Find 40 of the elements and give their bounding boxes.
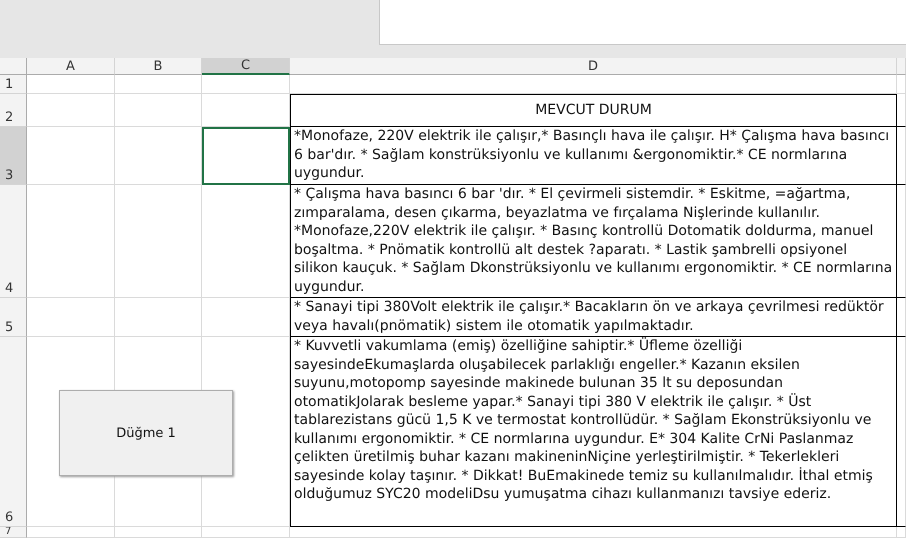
grid-cell[interactable] bbox=[202, 75, 290, 94]
form-button[interactable]: Düğme 1 bbox=[59, 390, 233, 476]
row-header[interactable]: 2 bbox=[0, 94, 27, 127]
select-all-corner[interactable] bbox=[0, 58, 27, 75]
grid-cell[interactable] bbox=[897, 527, 906, 538]
bordered-cell[interactable] bbox=[897, 94, 906, 127]
row-header[interactable]: 4 bbox=[0, 185, 27, 298]
grid-cell[interactable] bbox=[897, 75, 906, 94]
grid-cell[interactable] bbox=[115, 185, 202, 298]
grid-cell[interactable] bbox=[202, 527, 290, 538]
header-cell: MEVCUT DURUM bbox=[290, 94, 897, 127]
grid-cell[interactable] bbox=[27, 527, 115, 538]
row-header[interactable]: 1 bbox=[0, 75, 27, 94]
grid-cell[interactable] bbox=[27, 127, 115, 185]
grid-cell[interactable] bbox=[115, 94, 202, 127]
selected-cell[interactable] bbox=[202, 127, 290, 185]
table-cell: * Kuvvetli vakumlama (emiş) özelliğine sahiptir.* Üfleme özelliği sayesindeEkumaşlarda oluşabilecek parlaklığı engeller.* Kazanın eksilen suyunu,motopomp sayesinde makinede bulunan 35 lt su deposundan otomatikJolarak besleme yapar.* Sanayi tipi 380 V elektrik ile çalışır. * Üst tablarezistans gücü 1,5 K ve termostat kontrollüdür. * Sağlam Ekonstrüksiyonlu ve kullanımı ergonomiktir. * CE normlarına uygundur. E* 304 Kalite CrNi Paslanmaz çelikten üretilmiş buhar kazanı makineninNiçine yerleştirilmiştir. * Tekerlekleri sayesinde kolay taşınır. * Dikkat! BuEmakinede temiz su kullanılmalıdır. İthal etmiş olduğumuz SYC20 modeliDsu yumuşatma cihazı kullanmanızı tavsiye ederiz. bbox=[290, 337, 897, 527]
grid-cell[interactable] bbox=[115, 527, 202, 538]
column-header[interactable]: C bbox=[202, 58, 290, 75]
column-header[interactable]: B bbox=[115, 58, 202, 75]
grid-cell[interactable] bbox=[27, 75, 115, 94]
grid-cell[interactable] bbox=[115, 75, 202, 94]
table-cell: * Çalışma hava basıncı 6 bar 'dır. * El çevirmeli sistemdir. * Eskitme, =ağartma, zımparalama, desen çıkarma, beyazlatma ve fırçalama Nişlerinde kullanılır. *Monofaze,220V elektrik ile çalışır. * Basınç kontrollü Dotomatik doldurma, manuel boşaltma. * Pnömatik kontrollü alt destek ?aparatı. * Lastik şambrelli opsiyonel silikon kauçuk. * Sağlam Dkonstrüksiyonlu ve kullanımı ergonomiktir. * CE normlarına uygundur. bbox=[290, 185, 897, 298]
bordered-cell[interactable] bbox=[897, 185, 906, 298]
bordered-cell[interactable] bbox=[897, 337, 906, 527]
grid-cell[interactable] bbox=[115, 127, 202, 185]
grid-cell[interactable] bbox=[27, 94, 115, 127]
row-header[interactable]: 6 bbox=[0, 337, 27, 527]
column-header[interactable]: D bbox=[290, 58, 897, 75]
row-header[interactable]: 3 bbox=[0, 127, 27, 185]
column-header[interactable]: A bbox=[27, 58, 115, 75]
grid-cell[interactable] bbox=[27, 185, 115, 298]
table-cell: *Monofaze, 220V elektrik ile çalışır,* Basınçlı hava ile çalışır. H* Çalışma hava basıncı 6 bar'dır. * Sağlam konstrüksiyonlu ve kullanımı &ergonomiktir.* CE normlarına uygundur. bbox=[290, 127, 897, 185]
grid-cell[interactable] bbox=[290, 527, 897, 538]
column-header[interactable] bbox=[897, 58, 906, 75]
bordered-cell[interactable] bbox=[897, 298, 906, 337]
row-header[interactable]: 5 bbox=[0, 298, 27, 337]
bordered-cell[interactable] bbox=[897, 127, 906, 185]
table-cell: * Sanayi tipi 380Volt elektrik ile çalışır.* Bacakların ön ve arkaya çevrilmesi redüktör veya havalı(pnömatik) sistem ile otomatik yapılmaktadır. bbox=[290, 298, 897, 337]
row-header[interactable]: 7 bbox=[0, 527, 27, 538]
